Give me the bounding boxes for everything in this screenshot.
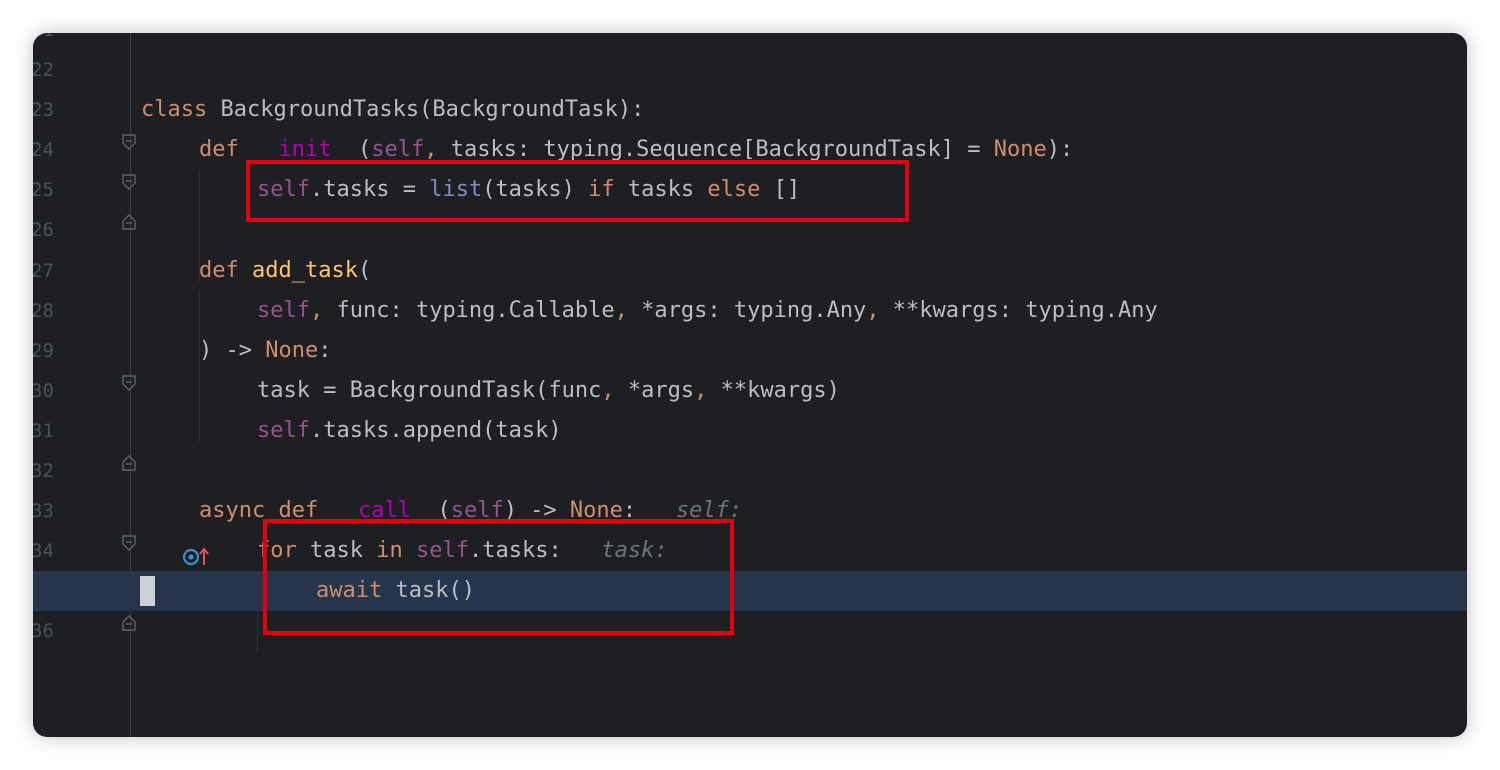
code-text: self.tasks = list(tasks) if tasks else [… [257,170,800,210]
self-keyword: self [450,498,504,524]
keyword: class [141,97,208,123]
code-token: **kwargs) [707,377,840,403]
punct: : [318,337,332,363]
self-keyword: self [257,417,310,443]
keyword: None [993,137,1047,163]
dunder-method: __init__ [252,137,358,163]
code-token: *args [614,377,695,403]
fold-icon[interactable] [122,142,136,191]
fold-end-icon[interactable] [122,423,136,471]
current-code-line[interactable]: await task() [33,571,1467,632]
code-line[interactable] [33,210,1467,250]
keyword: async [199,498,266,524]
code-area[interactable]: class BackgroundTasks(BackgroundTask): d… [33,33,1467,652]
punct: : [622,498,637,524]
keyword: def [278,498,319,524]
fold-icon[interactable] [122,102,136,151]
keyword: for [257,538,297,564]
code-token: (tasks) [482,177,589,203]
parameter: func: typing.Callable [323,297,615,323]
parameter: **kwargs: typing.Any [879,297,1158,323]
code-token: .tasks: [468,538,562,564]
code-text: ) -> None: [199,331,331,371]
keyword: def [199,257,239,283]
code-token: ) -> [503,498,570,524]
code-text: task = BackgroundTask(func, *args, **kwa… [257,371,840,411]
keyword: in [376,538,403,564]
keyword: await [316,578,383,604]
code-line[interactable]: class BackgroundTasks(BackgroundTask): [33,90,1467,151]
fold-end-icon[interactable] [122,583,136,632]
code-token: .tasks.append(task) [309,417,562,443]
code-token: task [296,538,377,564]
dunder-method: __call__ [331,498,438,524]
function-name: add_task [252,257,358,283]
implements-override-icon[interactable] [77,501,209,566]
code-text: def __init__(self, tasks: typing.Sequenc… [199,130,1073,170]
code-token: task() [382,578,475,604]
comma: , [424,137,438,163]
code-token: task = BackgroundTask(func [257,377,602,403]
punct: ( [357,257,372,283]
comma: , [601,377,615,403]
keyword: else [707,177,761,203]
code-text: self, func: typing.Callable, *args: typi… [257,291,1158,331]
code-text: for task in self.tasks: task: [257,531,668,571]
keyword: None [569,498,623,524]
code-line[interactable]: async def __call__(self) -> None: self: [33,491,1467,566]
code-line[interactable] [33,50,1467,90]
inlay-hint: task: [561,538,668,564]
code-line[interactable]: for task in self.tasks: task: [33,531,1467,571]
code-text: async def __call__(self) -> None: self: [199,491,742,531]
code-text: self.tasks.append(task) [257,411,562,451]
code-line[interactable]: ) -> None: [33,331,1467,391]
parameter: *args: typing.Any [627,297,867,323]
code-token: tasks [614,177,708,203]
code-token: .tasks = [309,177,430,203]
keyword: None [265,337,319,363]
code-text: await task() [316,571,475,611]
code-text: def add_task( [199,251,371,291]
self-keyword: self [371,137,425,163]
code-line[interactable]: def __init__(self, tasks: typing.Sequenc… [33,130,1467,191]
code-text: class BackgroundTasks(BackgroundTask): [141,90,644,130]
code-line[interactable]: self.tasks = list(tasks) if tasks else [… [33,170,1467,231]
fold-icon[interactable] [122,503,136,552]
punct: ( [437,498,451,524]
inlay-hint: self: [636,498,743,524]
code-token: ) -> [199,337,266,363]
punct: ): [1046,137,1074,163]
code-token: [] [760,177,801,203]
code-line[interactable]: def add_task( [33,251,1467,291]
code-line[interactable]: self.tasks.append(task) [33,411,1467,471]
keyword: if [588,177,615,203]
comma: , [866,297,880,323]
comma: , [694,377,708,403]
parameters: tasks: typing.Sequence[BackgroundTask] = [437,137,994,163]
self-keyword: self [257,297,310,323]
fold-icon[interactable] [122,343,136,391]
self-keyword: self [415,538,469,564]
comma: , [614,297,628,323]
code-line[interactable]: task = BackgroundTask(func, *args, **kwa… [33,371,1467,411]
code-line[interactable] [33,611,1467,651]
self-keyword: self [257,177,310,203]
text-cursor [140,576,155,607]
class-declaration: BackgroundTasks(BackgroundTask): [207,97,645,123]
code-editor[interactable]: 21 22 23 24 25 26 27 28 29 30 31 32 33 3… [33,33,1467,737]
comma: , [309,297,324,323]
code-line[interactable] [33,33,1467,50]
punct: ( [357,137,372,163]
code-line[interactable] [33,451,1467,491]
code-line[interactable]: self, func: typing.Callable, *args: typi… [33,291,1467,331]
keyword: def [199,137,239,163]
builtin: list [429,177,483,203]
fold-end-icon[interactable] [122,182,136,231]
